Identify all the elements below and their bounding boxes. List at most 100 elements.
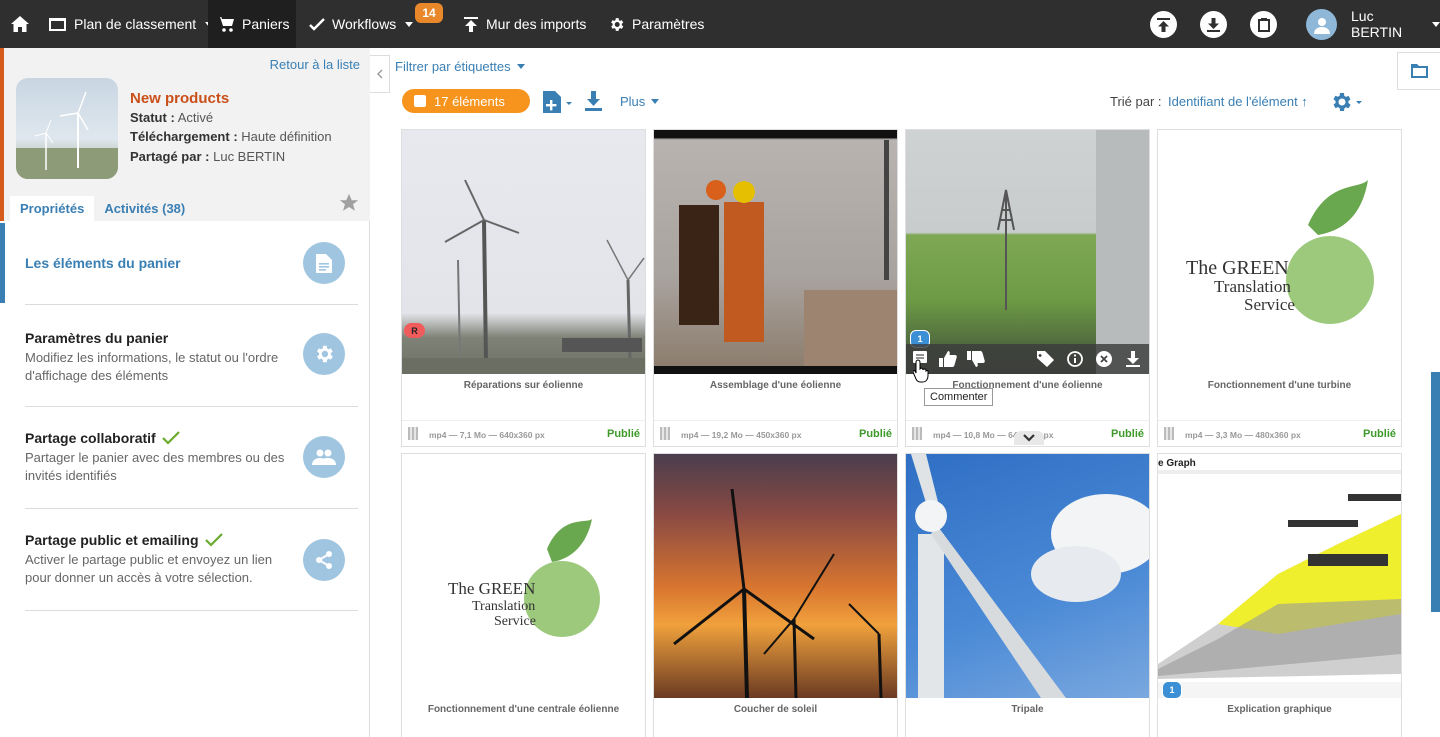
nav-label: Paramètres [632,16,705,32]
clipboard-icon [1257,18,1270,32]
chevron-left-icon [376,69,382,79]
thumbs-down-icon[interactable] [967,351,985,367]
logo-text: Translation [1214,277,1291,296]
chevron-down-icon [1432,21,1440,27]
user-icon [1313,17,1330,34]
download-icon[interactable] [1126,351,1140,367]
upload-button[interactable] [1150,11,1177,38]
logo-text: Service [1244,295,1295,314]
item-count: 17 éléments [434,93,505,109]
media-card[interactable]: Coucher de soleil [653,453,898,737]
sort-label: Trié par : [1110,94,1162,109]
collapse-panel-button[interactable] [370,55,390,93]
menu-description: Modifiez les informations, le statut ou … [25,350,279,383]
download-icon[interactable] [585,91,602,111]
media-card[interactable]: R Réparations sur éolienne mp4 — 7,1 Mo … [401,129,646,447]
video-icon [1164,427,1174,440]
download-button[interactable] [1200,11,1227,38]
card-format: mp4 — 3,3 Mo — 480x360 px [1185,430,1301,440]
filter-by-tags-dropdown[interactable]: Filtrer par étiquettes [395,59,525,74]
tab-activites[interactable]: Activités (38) [94,196,195,221]
nav-parametres[interactable]: Paramètres [608,0,704,48]
share-icon [316,551,332,569]
card-title: Réparations sur éolienne [463,380,584,391]
select-all-toggle[interactable]: 17 éléments [402,89,530,113]
clipboard-button[interactable] [1250,11,1277,38]
star-icon[interactable] [338,192,360,214]
view-settings-gear-icon[interactable] [1329,90,1363,114]
menu-circle [303,539,345,581]
document-icon [316,253,332,273]
gear-icon [317,345,333,363]
upload-icon [1157,17,1170,32]
card-status: Publié [1362,428,1396,440]
workflows-count-badge: 14 [415,3,443,23]
chevron-down-icon [1023,434,1035,442]
thumbs-up-icon[interactable] [939,351,957,367]
sort-field-dropdown[interactable]: Identifiant de l'élément ↑ [1168,94,1308,109]
remove-icon[interactable] [1096,351,1112,367]
folder-panel-button[interactable] [1397,52,1440,90]
media-card[interactable]: Tripale [905,453,1150,737]
info-icon[interactable] [1067,351,1083,367]
scrollbar-thumb[interactable] [1431,372,1440,612]
back-to-list-link[interactable]: Retour à la liste [270,57,360,72]
media-card[interactable]: The GREEN Translation Service Fonctionne… [401,453,646,737]
card-status: Publié [858,428,892,440]
nav-mur-des-imports[interactable]: Mur des imports [463,0,586,48]
menu-basket-settings[interactable]: Paramètres du panier Modifiez les inform… [25,305,358,407]
card-format: mp4 — 7,1 Mo — 640x360 px [429,430,545,440]
folder-icon [49,18,66,31]
home-button[interactable] [10,0,30,48]
checkmark-icon [161,431,180,445]
menu-circle [303,333,345,375]
nav-plan-de-classement[interactable]: Plan de classement [48,0,214,48]
basket-download: Téléchargement : Haute définition [130,129,332,144]
card-title: Coucher de soleil [733,704,818,715]
basket-tabs: Propriétés Activités (38) [10,196,195,221]
more-actions-dropdown[interactable]: Plus [620,94,660,109]
nav-label: Workflows [332,16,397,32]
home-icon [11,16,29,32]
tag-icon[interactable] [1037,351,1054,367]
media-card[interactable]: The GREEN Translation Service Fonctionne… [1157,129,1402,447]
media-card[interactable]: Assemblage d'une éolienne mp4 — 19,2 Mo … [653,129,898,447]
menu-public-sharing[interactable]: Partage public et emailing Activer le pa… [25,509,358,611]
basket-thumbnail [16,78,118,179]
nav-label: Plan de classement [74,16,197,32]
nav-label: Paniers [242,16,290,32]
card-thumbnail [906,454,1149,698]
logo-text: Translation [472,599,535,614]
expand-card-button[interactable] [1014,431,1044,445]
basket-shared-by: Partagé par : Luc BERTIN [130,149,286,164]
nav-paniers[interactable]: Paniers [208,0,296,48]
menu-basket-items[interactable]: Les éléments du panier [25,221,358,305]
card-thumbnail [402,130,645,374]
menu-description: Partager le panier avec des membres ou d… [25,450,285,483]
media-card[interactable]: e Graph 1 Explication graphique [1157,453,1402,737]
avatar[interactable] [1306,9,1337,40]
chevron-down-icon [405,21,414,27]
card-title: Tripale [1011,704,1044,715]
top-navigation-bar: Plan de classement Paniers Workflows 14 … [0,0,1440,48]
checkbox[interactable] [414,95,426,107]
add-document-icon[interactable] [543,91,573,113]
user-menu[interactable]: Luc BERTIN [1351,0,1440,48]
user-name: Luc BERTIN [1351,8,1403,40]
card-thumbnail: e Graph [1158,454,1401,698]
menu-circle [303,242,345,284]
video-icon [660,427,670,440]
card-format: mp4 — 19,2 Mo — 450x360 px [681,430,802,440]
nav-workflows[interactable]: Workflows [309,0,414,48]
card-thumbnail [906,130,1149,374]
download-icon [1207,17,1220,32]
tab-proprietes[interactable]: Propriétés [10,196,95,221]
folder-icon [1410,64,1428,78]
active-indicator [0,223,5,303]
gear-icon [611,17,624,31]
menu-collaborative-sharing[interactable]: Partage collaboratif Partager le panier … [25,407,358,509]
nav-label: Mur des imports [486,16,587,32]
logo-text: The GREEN [448,579,535,598]
check-icon [309,17,325,31]
menu-circle [303,436,345,478]
